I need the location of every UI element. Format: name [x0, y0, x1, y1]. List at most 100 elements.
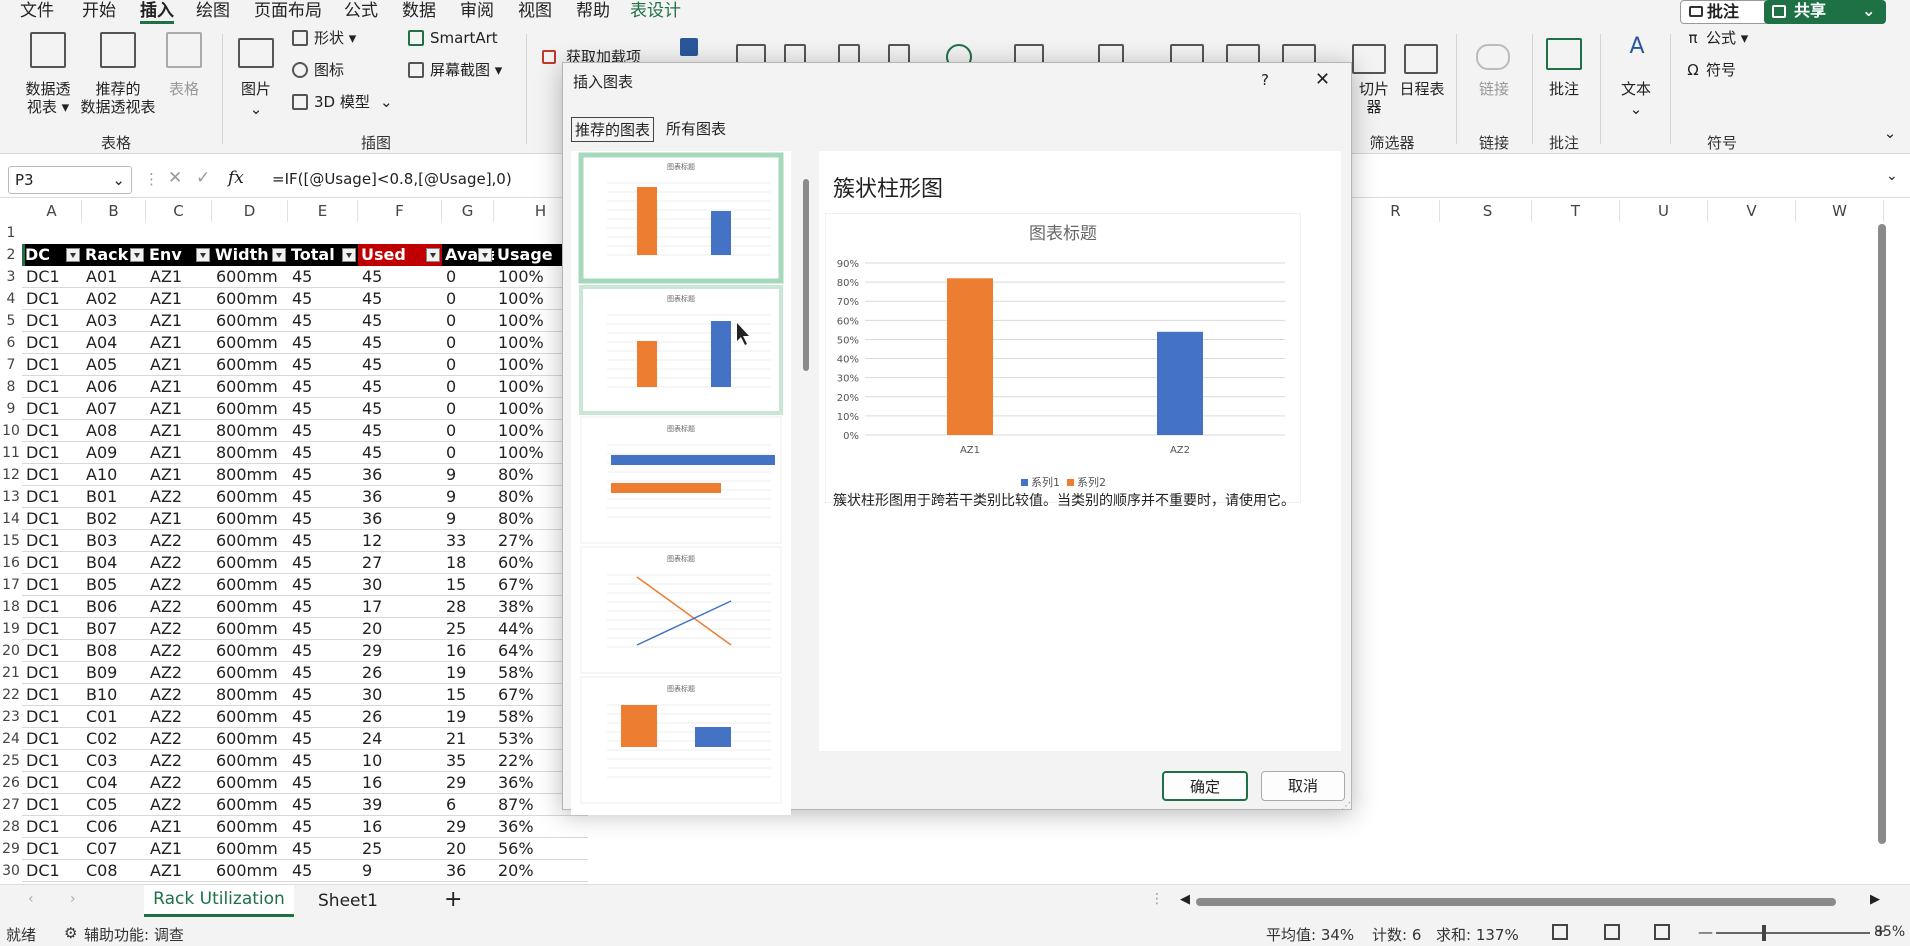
table-cell[interactable]: AZ1	[146, 310, 212, 332]
table-cell[interactable]: 29	[442, 816, 494, 838]
table-cell[interactable]: 45	[288, 596, 358, 618]
table-cell[interactable]: 36%	[494, 816, 588, 838]
chart-thumbnail[interactable]: 图表标题	[580, 416, 782, 544]
table-cell[interactable]: AZ1	[146, 376, 212, 398]
table-cell[interactable]: B06	[82, 596, 146, 618]
table-cell[interactable]: 45	[358, 332, 442, 354]
table-cell[interactable]: 45	[288, 750, 358, 772]
symbol-icon[interactable]: Ω	[1684, 61, 1702, 79]
table-cell[interactable]: 45	[358, 310, 442, 332]
table-cell[interactable]: DC1	[22, 838, 82, 860]
table-cell[interactable]: AZ2	[146, 728, 212, 750]
table-cell[interactable]: 600mm	[212, 376, 288, 398]
table-cell[interactable]: C07	[82, 838, 146, 860]
table-cell[interactable]: 12	[358, 530, 442, 552]
screenshot-button[interactable]: 屏幕截图 ▾	[430, 61, 502, 79]
table-cell[interactable]: B08	[82, 640, 146, 662]
table-cell[interactable]: 36	[358, 486, 442, 508]
table-cell[interactable]: 26	[358, 706, 442, 728]
table-cell[interactable]: 45	[288, 640, 358, 662]
column-header[interactable]: U	[1620, 200, 1708, 222]
table-cell[interactable]: AZ2	[146, 684, 212, 706]
column-header[interactable]: S	[1444, 200, 1532, 222]
addins-icon[interactable]	[542, 50, 556, 64]
filter-dropdown-icon[interactable]	[272, 248, 286, 262]
filter-dropdown-icon[interactable]	[130, 248, 144, 262]
sheet-tab-sheet1[interactable]: Sheet1	[312, 885, 384, 917]
table-cell[interactable]: 25	[358, 838, 442, 860]
table-cell[interactable]: AZ2	[146, 552, 212, 574]
table-cell[interactable]: 15	[442, 574, 494, 596]
column-chart-icon[interactable]	[784, 44, 806, 64]
table-cell[interactable]: 600mm	[212, 332, 288, 354]
table-cell[interactable]: 33	[442, 530, 494, 552]
table-cell[interactable]: C03	[82, 750, 146, 772]
table-cell[interactable]: 24	[358, 728, 442, 750]
table-cell[interactable]: A04	[82, 332, 146, 354]
cancel-button[interactable]: 取消	[1261, 771, 1345, 801]
table-cell[interactable]: 45	[288, 794, 358, 816]
table-cell[interactable]: 15	[442, 684, 494, 706]
table-cell[interactable]: 600mm	[212, 860, 288, 882]
table-cell[interactable]: DC1	[22, 596, 82, 618]
table-button[interactable]: 表格	[164, 80, 204, 98]
filter-dropdown-icon[interactable]	[426, 248, 440, 262]
recommended-pivot-icon[interactable]	[100, 32, 136, 68]
table-cell[interactable]: 26	[358, 662, 442, 684]
table-header-cell[interactable]: Total	[288, 244, 358, 266]
menu-6[interactable]: 数据	[402, 0, 436, 24]
table-cell[interactable]: 45	[288, 574, 358, 596]
table-cell[interactable]: 600mm	[212, 574, 288, 596]
table-cell[interactable]: DC1	[22, 552, 82, 574]
table-cell[interactable]: DC1	[22, 486, 82, 508]
table-cell[interactable]: DC1	[22, 420, 82, 442]
sparkline-column-icon[interactable]	[1226, 44, 1260, 64]
picture-chevron-icon[interactable]: ⌄	[246, 100, 266, 118]
menu-5[interactable]: 公式	[344, 0, 378, 24]
comment-icon[interactable]	[1546, 38, 1582, 70]
table-header-cell[interactable]: Width	[212, 244, 288, 266]
table-cell[interactable]: 45	[358, 376, 442, 398]
table-cell[interactable]: 45	[288, 552, 358, 574]
horizontal-scrollbar[interactable]: ◀ ▶	[1180, 892, 1890, 909]
3d-model-button[interactable]: 3D 模型	[314, 93, 370, 111]
column-header[interactable]: G	[442, 200, 494, 222]
table-cell[interactable]: 45	[288, 420, 358, 442]
table-cell[interactable]: AZ1	[146, 442, 212, 464]
filter-dropdown-icon[interactable]	[66, 248, 80, 262]
table-cell[interactable]: DC1	[22, 530, 82, 552]
table-cell[interactable]: 25	[442, 618, 494, 640]
table-cell[interactable]: 800mm	[212, 442, 288, 464]
table-cell[interactable]: AZ1	[146, 420, 212, 442]
chart-thumbnail[interactable]: 图表标题	[580, 676, 782, 804]
column-header[interactable]: C	[146, 200, 212, 222]
table-cell[interactable]: 600mm	[212, 662, 288, 684]
table-cell[interactable]: 45	[288, 860, 358, 882]
insert-comment-button[interactable]: 批注	[1544, 80, 1584, 98]
filter-dropdown-icon[interactable]	[196, 248, 210, 262]
thumbnail-scrollbar[interactable]	[803, 179, 809, 371]
table-header-cell[interactable]: DC	[22, 244, 82, 266]
table-cell[interactable]: DC1	[22, 662, 82, 684]
pivot-table-icon[interactable]	[30, 32, 66, 68]
table-cell[interactable]: 39	[358, 794, 442, 816]
table-cell[interactable]: 45	[288, 838, 358, 860]
table-cell[interactable]: DC1	[22, 684, 82, 706]
normal-view-icon[interactable]	[1552, 924, 1568, 940]
table-cell[interactable]: 45	[288, 706, 358, 728]
expand-formula-icon[interactable]: ⌄	[1886, 168, 1898, 184]
table-cell[interactable]: AZ1	[146, 860, 212, 882]
table-cell[interactable]: 600mm	[212, 772, 288, 794]
table-cell[interactable]: 600mm	[212, 816, 288, 838]
table-cell[interactable]: 600mm	[212, 486, 288, 508]
text-button[interactable]: 文本	[1616, 80, 1656, 98]
timeline-button[interactable]: 日程表	[1396, 80, 1448, 98]
3d-model-chevron-icon[interactable]: ⌄	[380, 93, 393, 111]
table-cell[interactable]: AZ1	[146, 464, 212, 486]
zoom-level-label[interactable]: 85%	[1874, 924, 1905, 940]
column-header[interactable]: B	[82, 200, 146, 222]
table-cell[interactable]: 0	[442, 354, 494, 376]
table-cell[interactable]: 45	[288, 376, 358, 398]
timeline-icon[interactable]	[1404, 44, 1438, 74]
table-cell[interactable]: 0	[442, 332, 494, 354]
